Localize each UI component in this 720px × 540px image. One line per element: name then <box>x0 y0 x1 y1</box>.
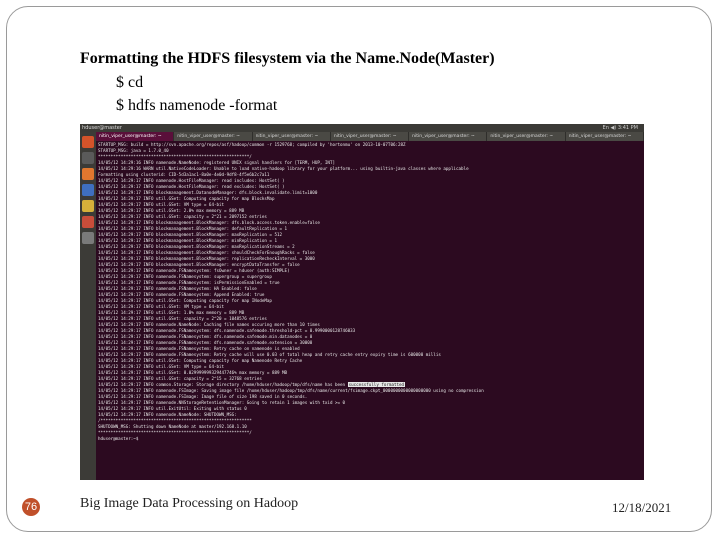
terminal-line-text: 14/05/12 14:29:17 INFO namenode.FSNamesy… <box>98 334 313 339</box>
terminal-screenshot: hduser@master En ◀) 3:41 PM nitin_viper_… <box>80 124 644 480</box>
terminal-tab-bar: nitin_viper_user@master: ~ nitin_viper_us… <box>96 132 644 141</box>
terminal-tab[interactable]: nitin_viper_user@master: ~ <box>487 132 566 141</box>
terminal-line-text: /***************************************… <box>98 418 252 423</box>
command-cd: $ cd <box>116 74 144 91</box>
terminal-line-text: 14/05/12 14:29:17 INFO util.GSet: VM typ… <box>98 304 225 309</box>
terminal-line-text: ****************************************… <box>98 154 252 159</box>
terminal-line-text: 14/05/12 14:29:17 INFO util.GSet: 1.0% m… <box>98 310 245 315</box>
terminal-line-text: 14/05/12 14:29:17 INFO namenode.HostFile… <box>98 178 285 183</box>
terminal-line-text: 14/05/12 14:29:17 INFO namenode.FSNamesy… <box>98 352 441 357</box>
terminal-line-text: 14/05/12 14:29:17 INFO namenode.FSNamesy… <box>98 340 313 345</box>
writer-icon[interactable] <box>82 184 94 196</box>
terminal-line-text: 14/05/12 14:29:17 INFO util.GSet: Comput… <box>98 358 303 363</box>
terminal-line-text: hduser@master:~$ <box>98 436 139 441</box>
terminal-line-text: 14/05/12 14:29:17 INFO util.GSet: Comput… <box>98 298 272 303</box>
system-tray: En ◀) 3:41 PM <box>602 125 638 131</box>
ubuntu-dash-icon[interactable] <box>82 136 94 148</box>
terminal-line-text: 14/05/12 14:29:17 INFO util.GSet: 0.0299… <box>98 370 288 375</box>
terminal-line-text: 14/05/12 14:29:17 INFO blockmanagement.B… <box>98 232 283 237</box>
software-center-icon[interactable] <box>82 216 94 228</box>
highlighted-success-text: successfully formatted <box>347 382 406 387</box>
terminal-line-text: 14/05/12 14:29:17 INFO namenode.NNStorag… <box>98 400 346 405</box>
terminal-line-text: 14/05/12 14:29:17 INFO util.GSet: Comput… <box>98 196 275 201</box>
terminal-line-text: 14/05/12 14:29:17 INFO namenode.NameNode… <box>98 322 320 327</box>
terminal-tab[interactable]: nitin_viper_user@master: ~ <box>409 132 488 141</box>
settings-icon[interactable] <box>82 232 94 244</box>
terminal-line-text: 14/05/12 14:29:17 INFO blockmanagement.B… <box>98 250 315 255</box>
terminal-tab[interactable]: nitin_viper_user@master: ~ <box>96 132 175 141</box>
terminal-line-text: 14/05/12 14:29:17 INFO blockmanagement.D… <box>98 190 318 195</box>
terminal-tab[interactable]: nitin_viper_user@master: ~ <box>331 132 410 141</box>
firefox-icon[interactable] <box>82 168 94 180</box>
window-top-bar: hduser@master En ◀) 3:41 PM <box>80 124 644 132</box>
terminal-line-text: 14/05/12 14:29:16 WARN util.NativeCodeLo… <box>98 166 469 171</box>
terminal-tab[interactable]: nitin_viper_user@master: ~ <box>174 132 253 141</box>
terminal-line-text: 14/05/12 14:29:17 INFO namenode.NameNode… <box>98 412 237 417</box>
terminal-line-text: 14/05/12 14:29:17 INFO blockmanagement.B… <box>98 238 277 243</box>
terminal-tab[interactable]: nitin_viper_user@master: ~ <box>253 132 331 141</box>
terminal-line-text: 14/05/12 14:29:17 INFO namenode.FSNamesy… <box>98 292 265 297</box>
terminal-line-text: 14/05/12 14:29:16 INFO namenode.NameNode… <box>98 160 335 165</box>
terminal-line-text: 14/05/12 14:29:17 INFO util.GSet: VM typ… <box>98 202 225 207</box>
terminal-line-text: 14/05/12 14:29:17 INFO namenode.HostFile… <box>98 184 285 189</box>
terminal-line-text: 14/05/12 14:29:17 INFO util.GSet: VM typ… <box>98 364 225 369</box>
terminal-line-text: 14/05/12 14:29:17 INFO namenode.FSNamesy… <box>98 280 280 285</box>
terminal-line-text: 14/05/12 14:29:17 INFO namenode.FSImage:… <box>98 394 308 399</box>
unity-launcher <box>80 132 96 480</box>
terminal-line-text: 14/05/12 14:29:17 INFO util.GSet: 2.0% m… <box>98 208 245 213</box>
terminal-line-text: 14/05/12 14:29:17 INFO namenode.FSImage:… <box>98 388 484 393</box>
command-namenode-format: $ hdfs namenode -format <box>116 97 278 114</box>
terminal-line-text: 14/05/12 14:29:17 INFO util.ExitUtil: Ex… <box>98 406 247 411</box>
slide-date: 12/18/2021 <box>612 500 672 515</box>
terminal-line-text: 14/05/12 14:29:17 INFO namenode.FSNamesy… <box>98 346 300 351</box>
terminal-line-text: 14/05/12 14:29:17 INFO blockmanagement.B… <box>98 244 295 249</box>
slide-title: Formatting the HDFS filesystem via the N… <box>80 50 495 67</box>
terminal-line-text: STARTUP_MSG: build = http://svn.apache.o… <box>98 142 406 147</box>
terminal-line-text: 14/05/12 14:29:17 INFO namenode.FSNamesy… <box>98 328 356 333</box>
window-title: hduser@master <box>82 125 122 131</box>
terminal-line-text: 14/05/12 14:29:17 INFO blockmanagement.B… <box>98 256 315 261</box>
terminal-output[interactable]: STARTUP_MSG: build = http://svn.apache.o… <box>98 142 642 478</box>
terminal-line-text: 14/05/12 14:29:17 INFO namenode.FSNamesy… <box>98 274 272 279</box>
terminal-line-text: 14/05/12 14:29:17 INFO blockmanagement.B… <box>98 220 320 225</box>
files-icon[interactable] <box>82 152 94 164</box>
terminal-line-text: ****************************************… <box>98 430 252 435</box>
slide-footer: Big Image Data Processing on Hadoop <box>80 496 299 511</box>
terminal-line-text: STARTUP_MSG: java = 1.7.0_40 <box>98 148 169 153</box>
calc-icon[interactable] <box>82 200 94 212</box>
terminal-line-text: 14/05/12 14:29:17 INFO blockmanagement.B… <box>98 226 288 231</box>
slide-number: 76 <box>22 498 40 516</box>
terminal-tab[interactable]: nitin_viper_user@master: ~ <box>566 132 644 141</box>
terminal-line-text: 14/05/12 14:29:17 INFO util.GSet: capaci… <box>98 376 262 381</box>
terminal-line: hduser@master:~$ <box>98 436 642 442</box>
terminal-line-text: 14/05/12 14:29:17 INFO namenode.FSNamesy… <box>98 268 290 273</box>
terminal-line-text: 14/05/12 14:29:17 INFO blockmanagement.B… <box>98 262 300 267</box>
terminal-line-text: 14/05/12 14:29:17 INFO util.GSet: capaci… <box>98 316 267 321</box>
terminal-line-text: SHUTDOWN_MSG: Shutting down NameNode at … <box>98 424 247 429</box>
terminal-line-text: 14/05/12 14:29:17 INFO common.Storage: S… <box>98 382 348 387</box>
terminal-line-text: 14/05/12 14:29:17 INFO namenode.FSNamesy… <box>98 286 257 291</box>
terminal-line-text: Formatting using clusterid: CID-5d3a1ac1… <box>98 172 270 177</box>
terminal-line-text: 14/05/12 14:29:17 INFO util.GSet: capaci… <box>98 214 267 219</box>
